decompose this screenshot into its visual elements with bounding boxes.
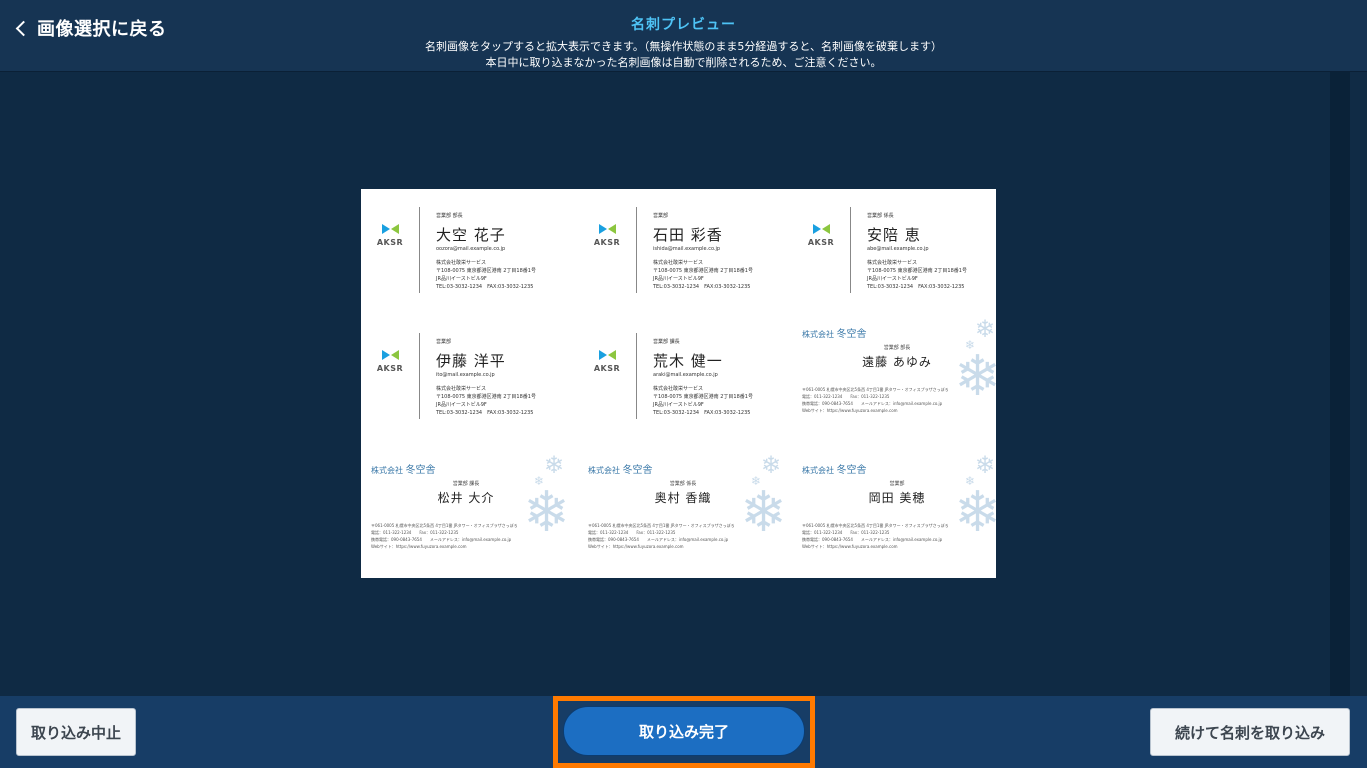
card-address: 株式会社敢栄サービス 〒108-0075 東京都港区港南 2丁目18番1号 JR品川… [436, 386, 536, 416]
business-card[interactable]: AKSR 営業部 部長 大空 花子 oozora@mail.example.co… [361, 189, 572, 318]
card-department: 営業部 [436, 339, 452, 345]
business-card[interactable]: ❄ ❄ ❄ 株式会社 冬空舎 営業部 課長 松井 大介 〒061-0005 札幌… [361, 451, 572, 580]
card-department: 営業部 課長 [653, 339, 680, 345]
card-company: 株式会社 冬空舎 [371, 465, 436, 476]
card-email: araki@mail.example.co.jp [653, 372, 718, 378]
card-department: 営業部 係長 [867, 213, 894, 219]
card-name: 大空 花子 [436, 226, 506, 244]
card-name: 松井 大介 [437, 491, 495, 505]
aksr-logo: AKSR [804, 223, 838, 247]
snowflake-icon: ❄ [954, 480, 1001, 545]
snowflake-icon: ❄ [974, 451, 995, 479]
card-company: 株式会社 冬空舎 [802, 465, 867, 476]
card-title: 営業部 課長 [452, 481, 480, 487]
card-title: 営業部 [889, 481, 905, 487]
card-company: 株式会社 冬空舎 [802, 329, 867, 340]
card-email: ishida@mail.example.co.jp [653, 246, 721, 252]
card-address: 株式会社敢栄サービス 〒108-0075 東京都港区港南 2丁目18番1号 JR品川… [653, 260, 753, 290]
card-department: 営業部 部長 [436, 213, 463, 219]
card-title: 営業部 係長 [669, 481, 697, 487]
card-name: 荒木 健一 [653, 352, 723, 370]
snowflake-icon: ❄ [760, 451, 781, 479]
card-name: 伊藤 洋平 [436, 352, 506, 370]
business-card-sheet-image[interactable]: AKSR 営業部 部長 大空 花子 oozora@mail.example.co… [361, 189, 1001, 580]
page-title: 名刺プレビュー [631, 17, 736, 33]
snowflake-icon: ❄ [974, 315, 995, 343]
aksr-logo: AKSR [373, 223, 407, 247]
cancel-import-button[interactable]: 取り込み中止 [16, 708, 136, 756]
aksr-logo: AKSR [590, 223, 624, 247]
card-name: 石田 彩香 [653, 226, 723, 244]
card-name: 遠藤 あゆみ [862, 355, 932, 369]
card-email: abe@mail.example.co.jp [867, 246, 929, 252]
business-card[interactable]: ❄ ❄ ❄ 株式会社 冬空舎 営業部 部長 遠藤 あゆみ 〒061-0005 札… [792, 315, 1003, 444]
snowflake-icon: ❄ [543, 451, 564, 479]
card-email: oozora@mail.example.co.jp [436, 246, 506, 252]
card-contact-info: 〒061-0005 札幌市中央区北5条西 4丁目1番 JRタワー・オフィスプラザ… [588, 523, 735, 549]
business-card[interactable]: ❄ ❄ ❄ 株式会社 冬空舎 営業部 岡田 美穂 〒061-0005 札幌市中央… [792, 451, 1003, 580]
scrollbar[interactable] [1330, 72, 1350, 696]
business-card[interactable]: AKSR 営業部 石田 彩香 ishida@mail.example.co.jp… [578, 189, 789, 318]
snowflake-icon: ❄ [750, 474, 761, 488]
snowflake-icon: ❄ [964, 474, 975, 488]
snowflake-icon: ❄ [954, 344, 1001, 409]
page-subtitle-line2: 本日中に取り込まなかった名刺画像は自動で削除されるため、ご注意ください。 [485, 56, 882, 69]
card-address: 株式会社敢栄サービス 〒108-0075 東京都港区港南 2丁目18番1号 JR品川… [867, 260, 967, 290]
card-email: ito@mail.example.co.jp [436, 372, 495, 378]
continue-import-button[interactable]: 続けて名刺を取り込み [1150, 708, 1350, 756]
snowflake-icon: ❄ [523, 480, 570, 545]
business-card[interactable]: AKSR 営業部 伊藤 洋平 ito@mail.example.co.jp 株式… [361, 315, 572, 444]
snowflake-icon: ❄ [533, 474, 544, 488]
card-address: 株式会社敢栄サービス 〒108-0075 東京都港区港南 2丁目18番1号 JR品川… [653, 386, 753, 416]
card-company: 株式会社 冬空舎 [588, 465, 653, 476]
business-card[interactable]: AKSR 営業部 係長 安陪 恵 abe@mail.example.co.jp … [792, 189, 1003, 318]
card-address: 株式会社敢栄サービス 〒108-0075 東京都港区港南 2丁目18番1号 JR品川… [436, 260, 536, 290]
card-contact-info: 〒061-0005 札幌市中央区北5条西 4丁目1番 JRタワー・オフィスプラザ… [371, 523, 518, 549]
card-department: 営業部 [653, 213, 669, 219]
card-title: 営業部 部長 [883, 345, 911, 351]
footer-bar: 取り込み中止 取り込み完了 続けて名刺を取り込み [0, 696, 1367, 768]
card-contact-info: 〒061-0005 札幌市中央区北5条西 4丁目1番 JRタワー・オフィスプラザ… [802, 387, 949, 413]
card-name: 奥村 香織 [654, 491, 712, 505]
business-card[interactable]: AKSR 営業部 課長 荒木 健一 araki@mail.example.co.… [578, 315, 789, 444]
card-name: 安陪 恵 [867, 226, 921, 244]
card-contact-info: 〒061-0005 札幌市中央区北5条西 4丁目1番 JRタワー・オフィスプラザ… [802, 523, 949, 549]
right-edge [1350, 72, 1367, 696]
page-subtitle-line1: 名刺画像をタップすると拡大表示できます。（無操作状態のまま5分経過すると、名刺画… [425, 40, 942, 53]
card-name: 岡田 美穂 [868, 491, 926, 505]
snowflake-icon: ❄ [740, 480, 787, 545]
header-bar: 画像選択に戻る 名刺プレビュー 名刺画像をタップすると拡大表示できます。（無操作… [0, 0, 1367, 72]
business-card[interactable]: ❄ ❄ ❄ 株式会社 冬空舎 営業部 係長 奥村 香織 〒061-0005 札幌… [578, 451, 789, 580]
complete-import-button[interactable]: 取り込み完了 [563, 706, 805, 756]
aksr-logo: AKSR [590, 349, 624, 373]
aksr-logo: AKSR [373, 349, 407, 373]
snowflake-icon: ❄ [964, 338, 975, 352]
